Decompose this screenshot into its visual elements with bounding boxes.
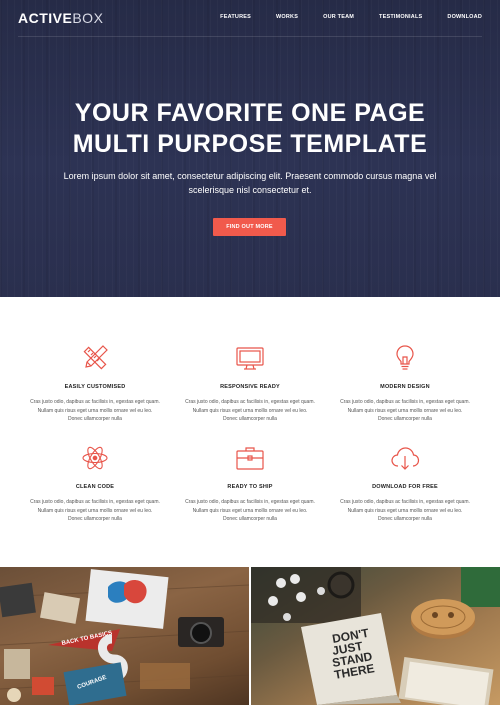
feature-description: Cras justo odio, dapibus ac facilisis in… bbox=[185, 399, 315, 422]
feature-description: Cras justo odio, dapibus ac facilisis in… bbox=[340, 399, 470, 422]
feature-title: CLEAN CODE bbox=[75, 484, 115, 490]
photo-desk-book: DON'T JUST STAND THERE bbox=[251, 567, 500, 705]
book-desk-illustration: DON'T JUST STAND THERE bbox=[251, 567, 500, 705]
brand-logo-bold: ACTIVE bbox=[18, 10, 73, 26]
feature-responsive-ready: RESPONSIVE READY Cras justo odio, dapibu… bbox=[185, 342, 315, 424]
hero-title-line-1: YOUR FAVORITE ONE PAGE bbox=[74, 99, 426, 127]
hero-section: ACTIVEBOX FEATURES WORKS OUR TEAM TESTIM… bbox=[0, 0, 500, 297]
hero-title: YOUR FAVORITE ONE PAGE MULTI PURPOSE TEM… bbox=[0, 98, 500, 160]
atom-icon bbox=[82, 446, 108, 470]
feature-description: Cras justo odio, dapibus ac facilisis in… bbox=[30, 499, 160, 522]
feature-clean-code: CLEAN CODE Cras justo odio, dapibus ac f… bbox=[30, 442, 160, 524]
feature-title: RESPONSIVE READY bbox=[220, 384, 280, 390]
brand-logo[interactable]: ACTIVEBOX bbox=[18, 10, 103, 26]
nav-link-our-team[interactable]: OUR TEAM bbox=[323, 14, 354, 20]
photo-strip: BACK TO BASICS COURAGE DON'T JUST STAND … bbox=[0, 567, 500, 705]
feature-description: Cras justo odio, dapibus ac facilisis in… bbox=[340, 499, 470, 522]
feature-ready-to-ship: READY TO SHIP Cras justo odio, dapibus a… bbox=[185, 442, 315, 524]
main-nav: FEATURES WORKS OUR TEAM TESTIMONIALS DOW… bbox=[195, 14, 482, 20]
cloud-download-icon bbox=[391, 447, 420, 470]
feature-title: READY TO SHIP bbox=[227, 484, 273, 490]
nav-link-testimonials[interactable]: TESTIMONIALS bbox=[379, 14, 422, 20]
feature-description: Cras justo odio, dapibus ac facilisis in… bbox=[185, 499, 315, 522]
feature-title: EASILY CUSTOMISED bbox=[64, 384, 126, 390]
brand-logo-light: BOX bbox=[72, 10, 104, 26]
navbar: ACTIVEBOX FEATURES WORKS OUR TEAM TESTIM… bbox=[18, 0, 482, 37]
photo-desk-flatlay: BACK TO BASICS COURAGE bbox=[0, 567, 249, 705]
feature-download-for-free: DOWNLOAD FOR FREE Cras justo odio, dapib… bbox=[340, 442, 470, 524]
hero-title-line-2: MULTI PURPOSE TEMPLATE bbox=[72, 130, 428, 158]
feature-description: Cras justo odio, dapibus ac facilisis in… bbox=[30, 399, 160, 422]
lightbulb-icon bbox=[396, 345, 414, 370]
feature-modern-design: MODERN DESIGN Cras justo odio, dapibus a… bbox=[340, 342, 470, 424]
nav-link-download[interactable]: DOWNLOAD bbox=[447, 14, 482, 20]
feature-title: MODERN DESIGN bbox=[380, 384, 430, 390]
features-section: EASILY CUSTOMISED Cras justo odio, dapib… bbox=[0, 297, 500, 567]
find-out-more-button[interactable]: FIND OUT MORE bbox=[213, 218, 286, 236]
feature-easily-customised: EASILY CUSTOMISED Cras justo odio, dapib… bbox=[30, 342, 160, 424]
briefcase-icon bbox=[236, 447, 264, 470]
flatlay-illustration: BACK TO BASICS COURAGE bbox=[0, 569, 249, 705]
monitor-icon bbox=[236, 347, 264, 370]
pencil-ruler-icon bbox=[83, 345, 108, 370]
feature-title: DOWNLOAD FOR FREE bbox=[372, 484, 438, 490]
hero-subtitle: Lorem ipsum dolor sit amet, consectetur … bbox=[63, 171, 437, 195]
nav-link-works[interactable]: WORKS bbox=[276, 14, 298, 20]
nav-link-features[interactable]: FEATURES bbox=[220, 14, 251, 20]
